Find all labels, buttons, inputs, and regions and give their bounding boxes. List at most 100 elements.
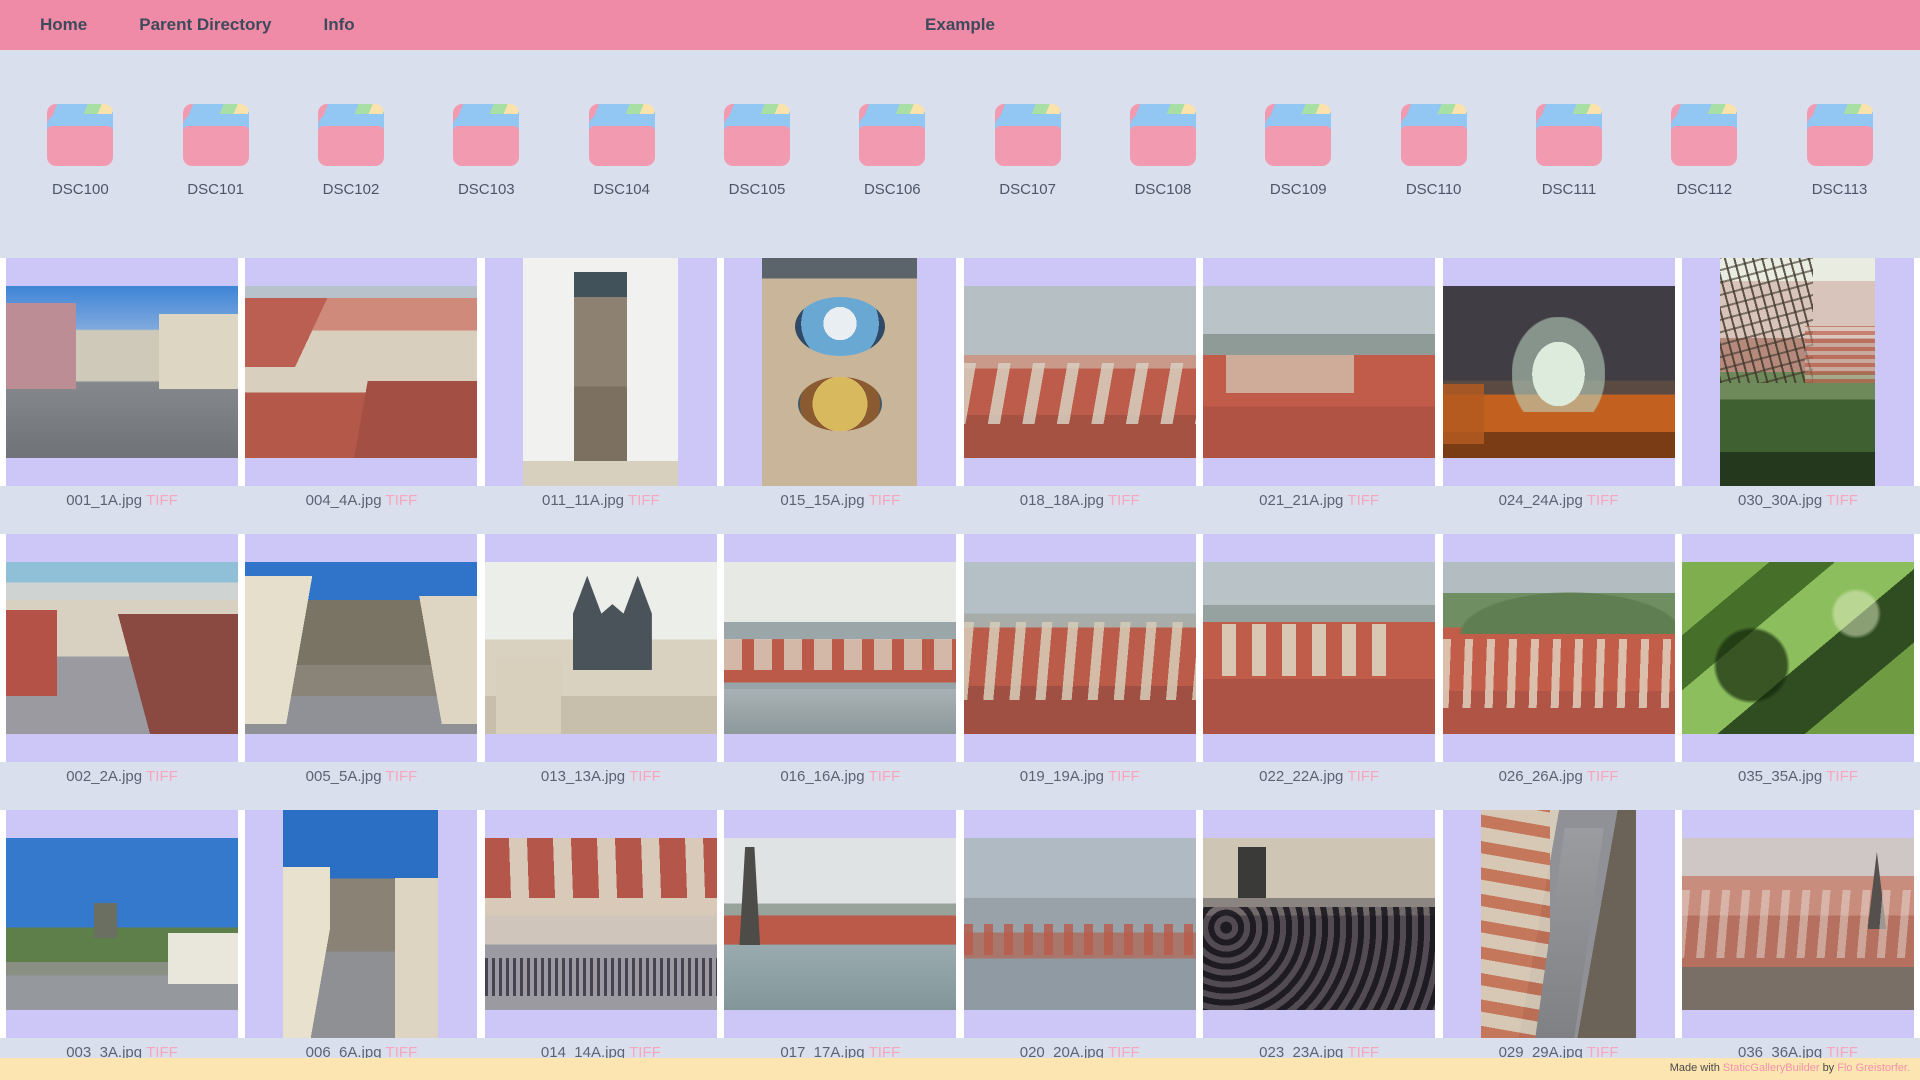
photo-tile-001-1a-jpg[interactable] [6,258,238,486]
photo-filename-link[interactable]: 022_22A.jpg [1259,768,1343,785]
photo-filename-link[interactable]: 004_4A.jpg [306,492,382,509]
photo-tile-016-16a-jpg[interactable] [724,534,957,762]
photo-filename-link[interactable]: 030_30A.jpg [1738,492,1822,509]
photo-filename-link[interactable]: 035_35A.jpg [1738,768,1822,785]
photo-thumbnail[interactable] [963,838,1196,1010]
nav-link-home[interactable]: Home [40,15,87,35]
tiff-link[interactable]: TIFF [386,768,418,785]
folder-item-dsc103[interactable]: DSC103 [431,104,541,198]
photo-thumbnail[interactable] [6,562,238,734]
tiff-link[interactable]: TIFF [1108,492,1140,509]
photo-tile-015-15a-jpg[interactable] [724,258,957,486]
photo-tile-011-11a-jpg[interactable] [484,258,717,486]
photo-thumbnail[interactable] [1203,562,1436,734]
photo-tile-036-36a-jpg[interactable] [1681,810,1914,1038]
tiff-link[interactable]: TIFF [629,768,661,785]
photo-tile-002-2a-jpg[interactable] [6,534,238,762]
photo-filename-link[interactable]: 015_15A.jpg [780,492,864,509]
photo-filename-link[interactable]: 021_21A.jpg [1259,492,1343,509]
folder-item-dsc108[interactable]: DSC108 [1108,104,1218,198]
photo-thumbnail[interactable] [484,562,717,734]
photo-filename-link[interactable]: 026_26A.jpg [1499,768,1583,785]
photo-tile-018-18a-jpg[interactable] [963,258,1196,486]
photo-thumbnail[interactable] [724,838,957,1010]
photo-thumbnail[interactable] [1203,286,1436,458]
folder-item-dsc109[interactable]: DSC109 [1243,104,1353,198]
photo-thumbnail[interactable] [1442,286,1675,458]
photo-thumbnail[interactable] [963,286,1196,458]
photo-tile-020-20a-jpg[interactable] [963,810,1196,1038]
folder-icon [1265,104,1332,166]
folder-item-dsc112[interactable]: DSC112 [1649,104,1759,198]
photo-tile-026-26a-jpg[interactable] [1442,534,1675,762]
photo-tile-029-29a-jpg[interactable] [1442,810,1675,1038]
tiff-link[interactable]: TIFF [1826,492,1858,509]
photo-thumbnail[interactable] [724,562,957,734]
photo-tile-030-30a-jpg[interactable] [1681,258,1914,486]
photo-tile-013-13a-jpg[interactable] [484,534,717,762]
photo-thumbnail[interactable] [1719,258,1875,486]
photo-thumbnail[interactable] [1681,562,1914,734]
photo-thumbnail[interactable] [6,838,238,1010]
photo-tile-003-3a-jpg[interactable] [6,810,238,1038]
folder-item-dsc113[interactable]: DSC113 [1785,104,1895,198]
tiff-link[interactable]: TIFF [1108,768,1140,785]
folder-item-dsc102[interactable]: DSC102 [296,104,406,198]
tiff-link[interactable]: TIFF [628,492,660,509]
photo-filename-link[interactable]: 011_11A.jpg [542,492,624,509]
footer-author-link[interactable]: Flo Greistorfer. [1837,1062,1910,1074]
photo-thumbnail[interactable] [6,286,238,458]
photo-thumbnail[interactable] [1681,838,1914,1010]
tiff-link[interactable]: TIFF [386,492,418,509]
tiff-link[interactable]: TIFF [1347,492,1379,509]
photo-tile-006-6a-jpg[interactable] [245,810,478,1038]
photo-tile-035-35a-jpg[interactable] [1681,534,1914,762]
tiff-link[interactable]: TIFF [1826,768,1858,785]
photo-thumbnail[interactable] [484,838,717,1010]
photo-filename-link[interactable]: 002_2A.jpg [66,768,142,785]
photo-tile-021-21a-jpg[interactable] [1203,258,1436,486]
nav-link-info[interactable]: Info [324,15,355,35]
folder-item-dsc106[interactable]: DSC106 [837,104,947,198]
folder-item-dsc111[interactable]: DSC111 [1514,104,1624,198]
folder-item-dsc110[interactable]: DSC110 [1379,104,1489,198]
photo-tile-022-22a-jpg[interactable] [1203,534,1436,762]
footer-builder-link[interactable]: StaticGalleryBuilder [1723,1062,1820,1074]
photo-tile-005-5a-jpg[interactable] [245,534,478,762]
photo-thumbnail[interactable] [963,562,1196,734]
photo-thumbnail[interactable] [283,810,439,1038]
photo-filename-link[interactable]: 001_1A.jpg [66,492,142,509]
photo-thumbnail[interactable] [245,286,478,458]
tiff-link[interactable]: TIFF [1587,492,1619,509]
tiff-link[interactable]: TIFF [1347,768,1379,785]
photo-thumbnail[interactable] [1203,838,1436,1010]
tiff-link[interactable]: TIFF [869,768,901,785]
photo-thumbnail[interactable] [1442,562,1675,734]
photo-thumbnail[interactable] [762,258,918,486]
photo-tile-014-14a-jpg[interactable] [484,810,717,1038]
photo-filename-link[interactable]: 016_16A.jpg [780,768,864,785]
photo-filename-link[interactable]: 019_19A.jpg [1020,768,1104,785]
folder-item-dsc105[interactable]: DSC105 [702,104,812,198]
photo-thumbnail[interactable] [1480,810,1636,1038]
tiff-link[interactable]: TIFF [1587,768,1619,785]
photo-filename-link[interactable]: 005_5A.jpg [306,768,382,785]
folder-item-dsc107[interactable]: DSC107 [973,104,1083,198]
tiff-link[interactable]: TIFF [869,492,901,509]
photo-thumbnail[interactable] [245,562,478,734]
photo-filename-link[interactable]: 024_24A.jpg [1499,492,1583,509]
photo-filename-link[interactable]: 013_13A.jpg [541,768,625,785]
photo-tile-004-4a-jpg[interactable] [245,258,478,486]
nav-link-parent-directory[interactable]: Parent Directory [139,15,271,35]
photo-filename-link[interactable]: 018_18A.jpg [1020,492,1104,509]
photo-thumbnail[interactable] [522,258,678,486]
photo-tile-019-19a-jpg[interactable] [963,534,1196,762]
folder-item-dsc101[interactable]: DSC101 [161,104,271,198]
photo-tile-024-24a-jpg[interactable] [1442,258,1675,486]
photo-tile-023-23a-jpg[interactable] [1203,810,1436,1038]
folder-item-dsc100[interactable]: DSC100 [25,104,135,198]
tiff-link[interactable]: TIFF [146,492,178,509]
tiff-link[interactable]: TIFF [146,768,178,785]
photo-tile-017-17a-jpg[interactable] [724,810,957,1038]
folder-item-dsc104[interactable]: DSC104 [567,104,677,198]
